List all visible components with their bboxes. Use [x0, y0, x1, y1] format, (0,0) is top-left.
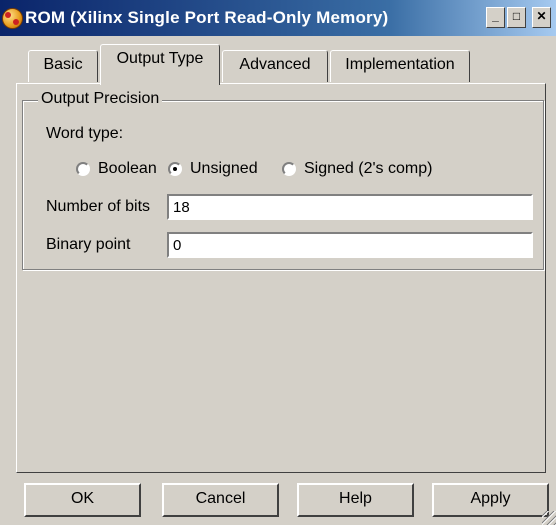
- radio-signed-indicator[interactable]: [282, 162, 296, 176]
- xilinx-block-icon: [2, 8, 23, 29]
- tab-basic[interactable]: Basic: [28, 50, 98, 82]
- output-precision-legend: Output Precision: [38, 90, 163, 108]
- binary-point-input[interactable]: [167, 232, 533, 258]
- minimize-button[interactable]: _: [486, 7, 505, 28]
- radio-signed[interactable]: Signed (2's comp): [282, 160, 432, 178]
- binary-point-label: Binary point: [46, 236, 131, 253]
- title-bar: ROM (Xilinx Single Port Read-Only Memory…: [0, 0, 556, 36]
- tab-advanced[interactable]: Advanced: [222, 50, 328, 82]
- tab-implementation[interactable]: Implementation: [330, 50, 470, 82]
- number-of-bits-input[interactable]: [167, 194, 533, 220]
- tab-strip: Basic Output Type Advanced Implementatio…: [0, 44, 556, 85]
- apply-button[interactable]: Apply: [432, 483, 549, 517]
- radio-boolean-indicator[interactable]: [76, 162, 90, 176]
- resize-grip-icon[interactable]: [542, 511, 556, 525]
- radio-unsigned-indicator[interactable]: [168, 162, 182, 176]
- help-button[interactable]: Help: [297, 483, 414, 517]
- number-of-bits-label: Number of bits: [46, 198, 151, 215]
- word-type-label: Word type:: [46, 125, 124, 142]
- radio-unsigned-label: Unsigned: [190, 160, 258, 177]
- close-button[interactable]: ✕: [532, 7, 551, 28]
- ok-button[interactable]: OK: [24, 483, 141, 517]
- window-title: ROM (Xilinx Single Port Read-Only Memory…: [25, 8, 389, 27]
- maximize-button[interactable]: □: [507, 7, 526, 28]
- radio-boolean[interactable]: Boolean: [76, 160, 157, 178]
- cancel-button[interactable]: Cancel: [162, 483, 279, 517]
- radio-boolean-label: Boolean: [98, 160, 157, 177]
- radio-unsigned[interactable]: Unsigned: [168, 160, 258, 178]
- radio-signed-label: Signed (2's comp): [304, 160, 433, 177]
- tab-output-type[interactable]: Output Type: [100, 44, 220, 85]
